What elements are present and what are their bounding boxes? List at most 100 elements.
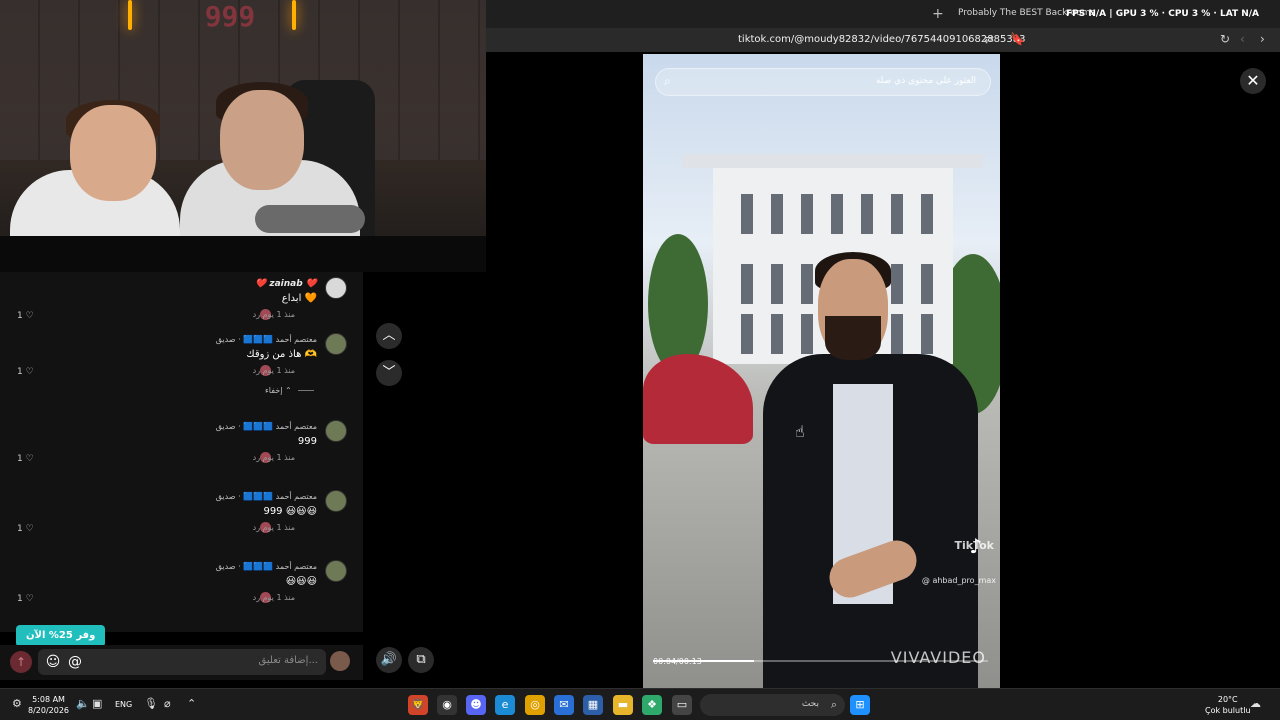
close-button[interactable]: ✕ (1240, 68, 1266, 94)
store-app-icon[interactable]: ▦ (583, 695, 603, 715)
send-button[interactable]: ↑ (10, 651, 32, 673)
volume-button[interactable]: 🔊 (376, 647, 402, 673)
commenter-avatar[interactable] (325, 333, 347, 355)
volume-icon: 🔊 (380, 652, 398, 667)
like-count[interactable]: 1 ♡ (17, 367, 34, 377)
terminal-app-icon[interactable]: ▭ (672, 695, 692, 715)
obs-app-icon[interactable]: ◉ (437, 695, 457, 715)
comment-meta[interactable]: منذ 1 يوم رد (253, 593, 295, 602)
chevron-up-icon: ︿ (382, 328, 396, 343)
search-icon: ⌕ (830, 698, 837, 711)
video-search-placeholder: العثور على محتوى ذي صلة (875, 76, 976, 86)
previous-video-button[interactable]: ︿ (376, 323, 402, 349)
hide-replies-button[interactable]: إخفاء ⌃ (265, 386, 314, 395)
chevron-up-icon[interactable]: ⌃ (187, 697, 196, 710)
comment-item: معتصم أحمد 🟦🟦🟦 · صديق هاذ من زوقك 🫶 منذ … (17, 333, 347, 393)
language-indicator[interactable]: ENG (115, 700, 132, 709)
webcam-feed: 999 (0, 0, 486, 272)
commenter-avatar[interactable] (325, 560, 347, 582)
hand-cursor-icon: ☝ (795, 422, 805, 441)
building-windows (723, 194, 943, 234)
forward-icon[interactable]: › (1260, 32, 1265, 46)
taskbar-search[interactable]: بحث ⌕ (700, 694, 845, 716)
clock-date: 8/20/2026 (28, 706, 70, 715)
divider (297, 390, 314, 391)
lamp-light (128, 0, 132, 30)
commenter-avatar[interactable] (325, 490, 347, 512)
file-explorer-icon[interactable]: ▬ (613, 695, 633, 715)
brave-app-icon[interactable]: 🦁 (408, 695, 428, 715)
like-count[interactable]: 1 ♡ (17, 454, 34, 464)
commenter-name[interactable]: معتصم أحمد 🟦🟦🟦 · صديق (216, 562, 317, 571)
comment-meta[interactable]: منذ 1 يوم رد (253, 523, 295, 532)
app-icon[interactable]: ❖ (642, 695, 662, 715)
desk (0, 236, 486, 272)
network-icon[interactable]: ▣ (92, 697, 102, 710)
picture-in-picture-button[interactable]: ⧉ (408, 647, 434, 673)
chrome-app-icon[interactable]: ◎ (525, 695, 545, 715)
start-button-icon[interactable]: ⊞ (850, 695, 870, 715)
url-text[interactable]: tiktok.com/@moudy82832/video/76754409106… (738, 34, 1025, 45)
clock-time: 5:08 AM (32, 695, 65, 704)
address-bar[interactable]: tiktok.com/@moudy82832/video/76754409106… (486, 28, 1280, 52)
comment-input-placeholder: إضافة تعليق... (258, 655, 318, 666)
system-clock[interactable]: 5:08 AM 8/20/2026 (28, 694, 69, 716)
weather-condition: Çok bulutlu (1205, 706, 1251, 715)
comment-input[interactable]: ☺ @ إضافة تعليق... (38, 649, 326, 675)
site-settings-icon[interactable]: ⇄ (984, 32, 994, 46)
commenter-name[interactable]: ❤️ zainab ❤️ (255, 279, 317, 289)
mail-app-icon[interactable]: ✉ (554, 695, 574, 715)
save-offer-badge[interactable]: وفر 25% الآن (16, 625, 106, 647)
microphone-icon[interactable]: 🎙 (144, 697, 158, 710)
comment-input-row: ↑ ☺ @ إضافة تعليق... (0, 645, 363, 680)
commenter-avatar[interactable] (325, 277, 347, 299)
user-avatar[interactable] (330, 651, 350, 671)
hide-replies-label: إخفاء ⌃ (265, 386, 292, 395)
commenter-avatar[interactable] (325, 420, 347, 442)
wifi-off-icon[interactable]: ⌀ (164, 697, 171, 710)
edge-app-icon[interactable]: e (495, 695, 515, 715)
comment-meta[interactable]: منذ 1 يوم رد (253, 366, 295, 375)
taskbar-search-label: بحث (801, 699, 819, 709)
streamer-face (70, 105, 156, 201)
cohost-face (220, 90, 304, 190)
emoji-icon[interactable]: ☺ (44, 653, 62, 671)
commenter-name[interactable]: معتصم أحمد 🟦🟦🟦 · صديق (216, 335, 317, 344)
settings-icon[interactable]: ⚙ (12, 697, 22, 710)
creator-handle: @ ahbad_pro_max (921, 576, 996, 585)
commenter-name[interactable]: معتصم أحمد 🟦🟦🟦 · صديق (216, 422, 317, 431)
comments-panel: ❤️ zainab ❤️ ابداع 🧡 منذ 1 يوم رد 1 ♡ مع… (0, 272, 363, 632)
new-tab-icon[interactable]: + (932, 6, 944, 22)
like-count[interactable]: 1 ♡ (17, 524, 34, 534)
comment-text: هاذ من زوقك 🫶 (246, 349, 317, 360)
weather-temperature: 20°C (1217, 695, 1238, 704)
pip-icon: ⧉ (416, 652, 426, 667)
windows-taskbar: ⚙ 5:08 AM 8/20/2026 🔈 ▣ ENG 🎙 ⌀ ⌃ 🦁 ◉ ☻ … (0, 688, 1280, 720)
comment-item: معتصم أحمد 🟦🟦🟦 · صديق 😃😃😃 منذ 1 يوم رد 1… (17, 560, 347, 620)
reload-icon[interactable]: ↻ (1220, 32, 1230, 46)
comment-meta[interactable]: منذ 1 يوم رد (253, 453, 295, 462)
next-video-button[interactable]: ﹀ (376, 360, 402, 386)
mention-icon[interactable]: @ (66, 653, 84, 671)
bookmark-icon[interactable]: 🔖 (1010, 32, 1025, 46)
comment-item: معتصم أحمد 🟦🟦🟦 · صديق 999 منذ 1 يوم رد 1… (17, 420, 347, 480)
back-icon[interactable]: ‹ (1240, 32, 1245, 46)
discord-app-icon[interactable]: ☻ (466, 695, 486, 715)
presenter-beard (825, 316, 881, 360)
comment-text: 999 😃😃😃 (263, 506, 317, 517)
cloud-icon: ☁ (1250, 697, 1261, 710)
video-player[interactable]: ⌕ العثور على محتوى ذي صلة ♪ TikTok @ ahb… (643, 54, 1000, 688)
weather-widget[interactable]: 20°C Çok bulutlu (1205, 694, 1251, 716)
chevron-down-icon: ﹀ (382, 365, 396, 380)
like-count[interactable]: 1 ♡ (17, 311, 34, 321)
video-search-bar[interactable]: ⌕ العثور على محتوى ذي صلة (655, 68, 991, 96)
commenter-name[interactable]: معتصم أحمد 🟦🟦🟦 · صديق (216, 492, 317, 501)
comment-text: 999 (297, 436, 317, 447)
performance-overlay: FPS N/A | GPU 3 % · CPU 3 % · LAT N/A (1066, 9, 1260, 19)
like-count[interactable]: 1 ♡ (17, 594, 34, 604)
tiktok-watermark: TikTok (954, 539, 994, 552)
scene-flowers (643, 354, 753, 444)
speaker-icon[interactable]: 🔈 (76, 697, 90, 710)
comment-meta[interactable]: منذ 1 يوم رد (253, 310, 295, 319)
comment-item: معتصم أحمد 🟦🟦🟦 · صديق 999 😃😃😃 منذ 1 يوم … (17, 490, 347, 550)
